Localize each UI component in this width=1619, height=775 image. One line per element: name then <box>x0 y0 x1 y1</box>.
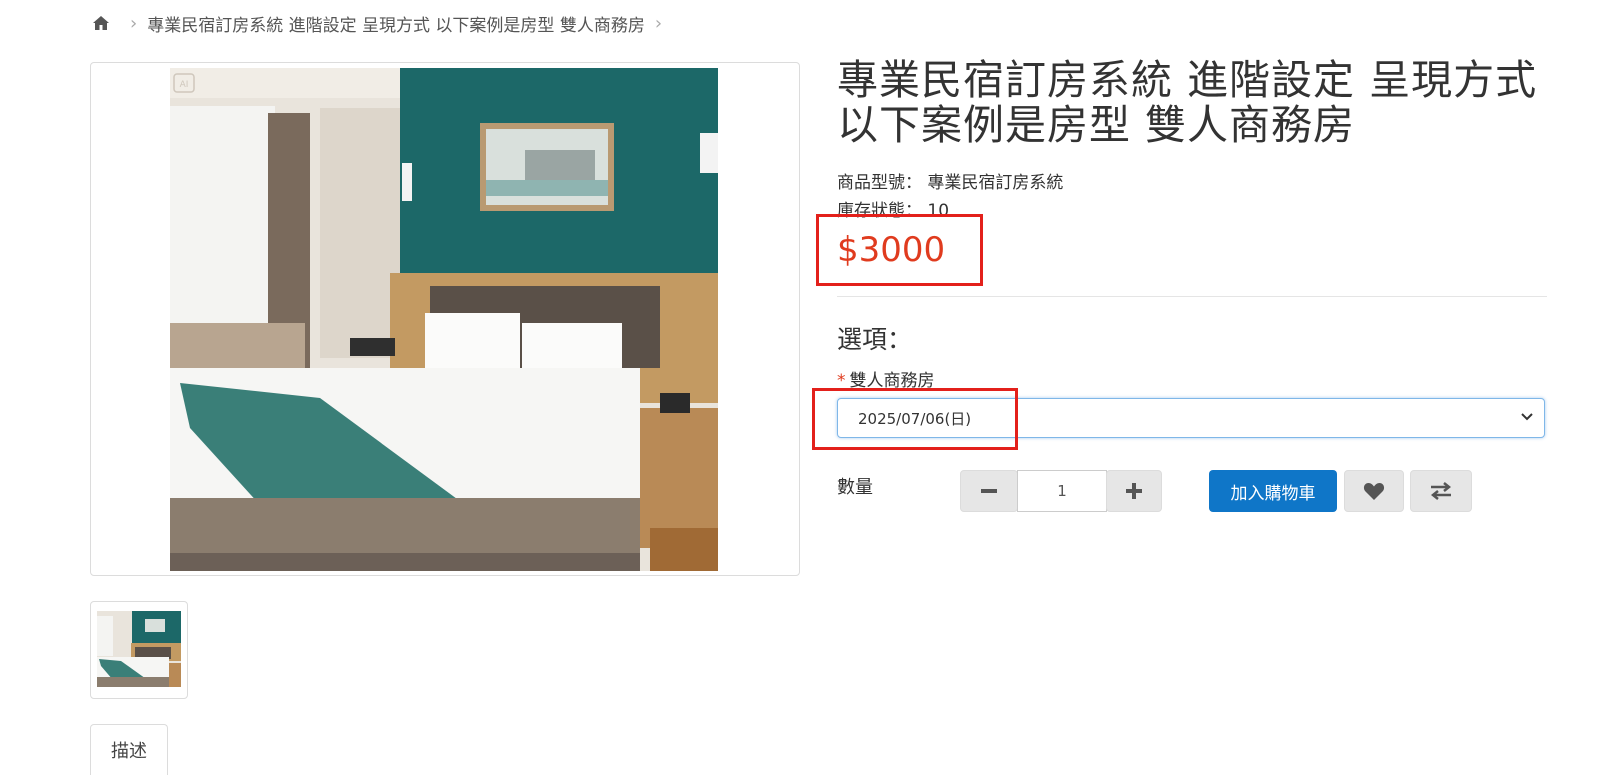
product-model: 商品型號： 專業民宿訂房系統 <box>837 168 1063 193</box>
home-icon[interactable] <box>92 14 110 32</box>
ai-badge: AI <box>180 80 189 90</box>
compare-arrows-icon <box>1430 482 1452 500</box>
heart-icon <box>1363 483 1385 500</box>
plus-icon <box>1126 483 1142 499</box>
quantity-increase-button[interactable] <box>1106 470 1162 512</box>
options-heading: 選項： <box>837 325 913 354</box>
product-thumbnail[interactable] <box>97 611 181 687</box>
add-to-cart-button[interactable]: 加入購物車 <box>1209 470 1337 512</box>
quantity-decrease-button[interactable] <box>960 470 1018 512</box>
wishlist-button[interactable] <box>1344 470 1404 512</box>
model-label: 商品型號： <box>837 173 922 193</box>
tab-description[interactable]: 描述 <box>90 724 168 775</box>
breadcrumb-separator-icon: › <box>654 12 663 34</box>
model-value: 專業民宿訂房系統 <box>927 173 1064 193</box>
price-highlight-box <box>816 214 983 286</box>
divider <box>837 296 1547 297</box>
breadcrumb: › 專業民宿訂房系統 進階設定 呈現方式 以下案例是房型 雙人商務房 › <box>92 10 672 36</box>
breadcrumb-separator-icon: › <box>130 12 138 34</box>
quantity-label: 數量 <box>837 477 873 498</box>
product-main-image[interactable]: AI <box>170 68 718 571</box>
product-title: 專業民宿訂房系統 進階設定 呈現方式 以下案例是房型 雙人商務房 <box>837 56 1538 149</box>
chevron-down-icon <box>1520 409 1534 427</box>
date-highlight-box <box>812 388 1018 450</box>
compare-button[interactable] <box>1410 470 1472 512</box>
minus-icon <box>981 489 997 493</box>
breadcrumb-item[interactable]: 專業民宿訂房系統 進階設定 呈現方式 以下案例是房型 雙人商務房 <box>147 11 645 36</box>
quantity-input[interactable]: 1 <box>1017 470 1107 512</box>
